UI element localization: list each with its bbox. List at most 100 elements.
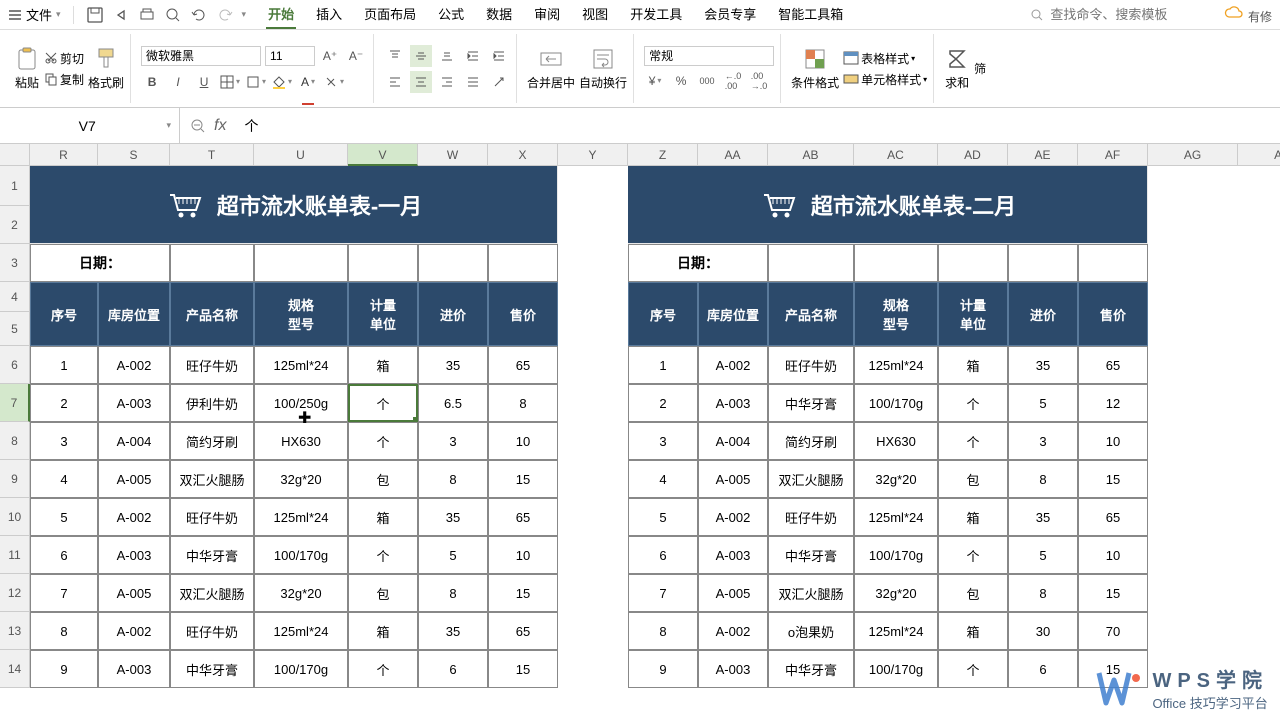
table2-r8c4[interactable]: 个 (938, 650, 1008, 688)
table2-r3c6[interactable]: 15 (1078, 460, 1148, 498)
table2-header-5[interactable]: 进价 (1008, 282, 1078, 346)
tab-5[interactable]: 审阅 (532, 0, 562, 29)
col-header-AC[interactable]: AC (854, 144, 938, 166)
table2-date-empty[interactable] (938, 244, 1008, 282)
col-header-AE[interactable]: AE (1008, 144, 1078, 166)
table2-r7c4[interactable]: 箱 (938, 612, 1008, 650)
row-header-1[interactable]: 1 (0, 166, 30, 206)
merge-button[interactable]: 合并居中 (527, 46, 575, 91)
tab-8[interactable]: 会员专享 (702, 0, 758, 29)
clear-format-icon[interactable] (323, 71, 345, 93)
align-bottom-icon[interactable] (436, 45, 458, 67)
col-header-AD[interactable]: AD (938, 144, 1008, 166)
col-header-X[interactable]: X (488, 144, 558, 166)
table2-r4c1[interactable]: A-002 (698, 498, 768, 536)
table1-r0c2[interactable]: 旺仔牛奶 (170, 346, 254, 384)
table2-r7c0[interactable]: 8 (628, 612, 698, 650)
table1-r6c2[interactable]: 双汇火腿肠 (170, 574, 254, 612)
table1-r8c6[interactable]: 15 (488, 650, 558, 688)
table1-r3c6[interactable]: 15 (488, 460, 558, 498)
table1-r0c5[interactable]: 35 (418, 346, 488, 384)
table1-date-empty[interactable] (418, 244, 488, 282)
table2-header-3[interactable]: 规格型号 (854, 282, 938, 346)
table2-date-label[interactable]: 日期： (628, 244, 768, 282)
table1-r6c6[interactable]: 15 (488, 574, 558, 612)
table1-r6c0[interactable]: 7 (30, 574, 98, 612)
table1-r3c3[interactable]: 32g*20 (254, 460, 348, 498)
table1-r1c2[interactable]: 伊利牛奶 (170, 384, 254, 422)
font-size-select[interactable] (265, 46, 315, 66)
table1-date-empty[interactable] (488, 244, 558, 282)
row-header-7[interactable]: 7 (0, 384, 30, 422)
table2-r3c3[interactable]: 32g*20 (854, 460, 938, 498)
table2-date-empty[interactable] (768, 244, 854, 282)
table1-header-1[interactable]: 库房位置 (98, 282, 170, 346)
table2-r7c5[interactable]: 30 (1008, 612, 1078, 650)
table2-r2c2[interactable]: 简约牙刷 (768, 422, 854, 460)
table2-r6c4[interactable]: 包 (938, 574, 1008, 612)
col-header-Z[interactable]: Z (628, 144, 698, 166)
table1-r2c3[interactable]: HX630 (254, 422, 348, 460)
table1-r2c1[interactable]: A-004 (98, 422, 170, 460)
decrease-indent-icon[interactable] (462, 45, 484, 67)
table2-r4c6[interactable]: 65 (1078, 498, 1148, 536)
comma-icon[interactable]: 000 (696, 70, 718, 92)
row-header-3[interactable]: 3 (0, 244, 30, 282)
table2-r5c2[interactable]: 中华牙膏 (768, 536, 854, 574)
table2-r5c0[interactable]: 6 (628, 536, 698, 574)
col-header-AG[interactable]: AG (1148, 144, 1238, 166)
decrease-decimal-icon[interactable]: .00→.0 (748, 70, 770, 92)
select-all-corner[interactable] (0, 144, 30, 166)
save-icon[interactable] (86, 6, 104, 24)
table2-r6c0[interactable]: 7 (628, 574, 698, 612)
table1-r1c6[interactable]: 8 (488, 384, 558, 422)
table2-r2c5[interactable]: 3 (1008, 422, 1078, 460)
table1-title[interactable]: 超市流水账单表-一月 (30, 166, 558, 244)
italic-icon[interactable]: I (167, 71, 189, 93)
paste-button[interactable]: 粘贴 (14, 46, 40, 91)
tab-6[interactable]: 视图 (580, 0, 610, 29)
table1-r8c1[interactable]: A-003 (98, 650, 170, 688)
table2-r5c4[interactable]: 个 (938, 536, 1008, 574)
cloud-sync-icon[interactable]: 有修 (1224, 5, 1272, 25)
table2-r1c2[interactable]: 中华牙膏 (768, 384, 854, 422)
table1-r4c1[interactable]: A-002 (98, 498, 170, 536)
table2-r8c5[interactable]: 6 (1008, 650, 1078, 688)
preview-icon[interactable] (164, 6, 182, 24)
table2-r2c6[interactable]: 10 (1078, 422, 1148, 460)
table1-r1c3[interactable]: 100/250g (254, 384, 348, 422)
table1-r5c1[interactable]: A-003 (98, 536, 170, 574)
table1-r8c2[interactable]: 中华牙膏 (170, 650, 254, 688)
table2-date-empty[interactable] (854, 244, 938, 282)
increase-decimal-icon[interactable]: ←.0.00 (722, 70, 744, 92)
table1-date-empty[interactable] (348, 244, 418, 282)
table2-r1c4[interactable]: 个 (938, 384, 1008, 422)
share-icon[interactable] (112, 6, 130, 24)
table2-header-4[interactable]: 计量单位 (938, 282, 1008, 346)
align-right-icon[interactable] (436, 71, 458, 93)
table1-r7c6[interactable]: 65 (488, 612, 558, 650)
table1-r4c0[interactable]: 5 (30, 498, 98, 536)
table1-r4c4[interactable]: 箱 (348, 498, 418, 536)
table2-r6c1[interactable]: A-005 (698, 574, 768, 612)
format-painter-button[interactable]: 格式刷 (88, 46, 124, 91)
table1-r2c6[interactable]: 10 (488, 422, 558, 460)
table1-header-5[interactable]: 进价 (418, 282, 488, 346)
row-header-10[interactable]: 10 (0, 498, 30, 536)
table2-r4c4[interactable]: 箱 (938, 498, 1008, 536)
table1-r5c5[interactable]: 5 (418, 536, 488, 574)
table2-r4c5[interactable]: 35 (1008, 498, 1078, 536)
table2-r2c1[interactable]: A-004 (698, 422, 768, 460)
table1-r6c5[interactable]: 8 (418, 574, 488, 612)
number-format-select[interactable] (644, 46, 774, 66)
table2-r5c1[interactable]: A-003 (698, 536, 768, 574)
row-header-6[interactable]: 6 (0, 346, 30, 384)
undo-icon[interactable] (190, 6, 208, 24)
row-header-5[interactable]: 5 (0, 312, 30, 346)
table1-r4c3[interactable]: 125ml*24 (254, 498, 348, 536)
table2-header-1[interactable]: 库房位置 (698, 282, 768, 346)
table2-r2c4[interactable]: 个 (938, 422, 1008, 460)
table2-title[interactable]: 超市流水账单表-二月 (628, 166, 1148, 244)
filter-button[interactable]: 筛 (974, 60, 986, 77)
row-header-13[interactable]: 13 (0, 612, 30, 650)
